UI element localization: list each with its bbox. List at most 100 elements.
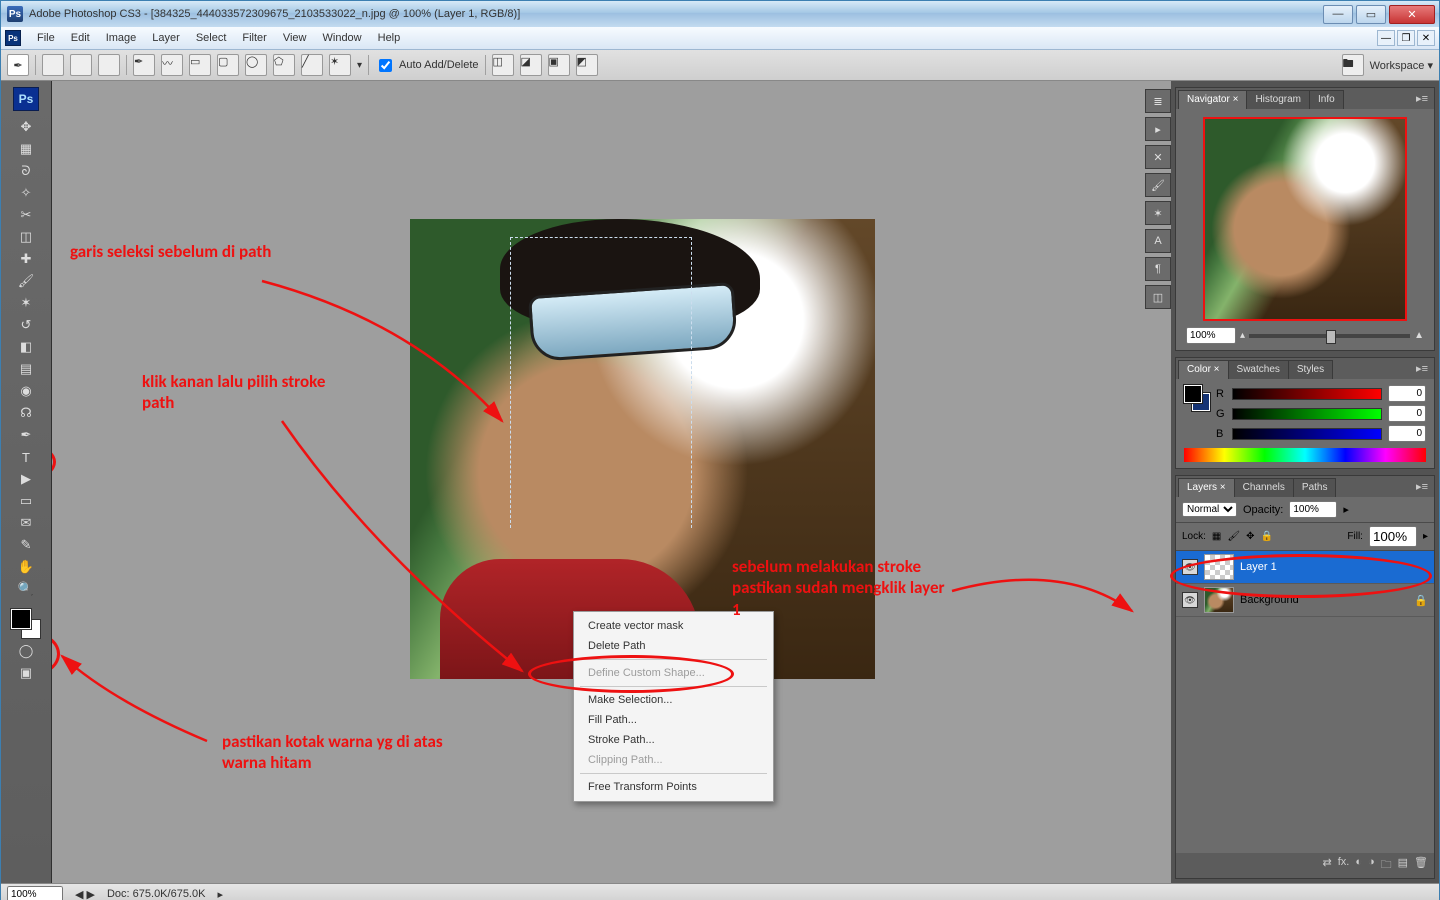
layer-fx-icon[interactable]: fx. [1338,856,1350,875]
custom-shape-icon[interactable]: ✶ [329,54,351,76]
lock-transparency-icon[interactable]: ▦ [1212,531,1221,542]
slider-r[interactable] [1232,388,1382,400]
navigator-zoom-slider[interactable] [1249,334,1410,338]
strip-history-icon[interactable]: ≣ [1145,89,1171,113]
doc-close-button[interactable]: ✕ [1417,30,1435,46]
mini-foreground-swatch[interactable] [1184,385,1202,403]
fill-mode-button[interactable] [98,54,120,76]
gradient-tool[interactable]: ▤ [14,359,38,379]
marquee-tool[interactable]: ▦ [14,139,38,159]
panel-menu-icon[interactable]: ▸≡ [1412,90,1432,109]
cm-create-vector-mask[interactable]: Create vector mask [576,616,771,636]
workspace-dropdown[interactable]: Workspace ▾ [1370,59,1433,72]
polygon-shape-icon[interactable]: ⬠ [273,54,295,76]
input-r[interactable] [1388,385,1426,402]
navigator-thumbnail[interactable] [1203,117,1407,321]
opacity-input[interactable] [1289,501,1337,518]
menu-filter[interactable]: Filter [234,30,274,46]
navigator-zoom-input[interactable] [1186,327,1236,344]
path-mode-button[interactable] [42,54,64,76]
tab-info[interactable]: Info [1309,90,1344,109]
ellipse-shape-icon[interactable]: ◯ [245,54,267,76]
menu-file[interactable]: File [29,30,63,46]
link-layers-icon[interactable]: ⇄ [1322,856,1331,875]
layer-row-layer1[interactable]: 👁 Layer 1 [1176,551,1434,584]
cm-delete-path[interactable]: Delete Path [576,636,771,656]
auto-add-delete-checkbox[interactable]: Auto Add/Delete [375,56,479,75]
tab-swatches[interactable]: Swatches [1228,360,1289,379]
clone-stamp-tool[interactable]: ✶ [14,293,38,313]
move-tool[interactable]: ✥ [14,117,38,137]
layer-name[interactable]: Background [1240,594,1299,606]
menu-select[interactable]: Select [188,30,235,46]
close-button[interactable]: ✕ [1389,5,1435,24]
history-brush-tool[interactable]: ↺ [14,315,38,335]
strip-paragraph-icon[interactable]: ¶ [1145,257,1171,281]
layers-panel-menu-icon[interactable]: ▸≡ [1412,478,1432,497]
color-mini-swatch[interactable] [1184,385,1210,411]
dodge-tool[interactable]: ☊ [14,403,38,423]
input-g[interactable] [1388,405,1426,422]
layer-mask-icon[interactable]: ◐ [1355,856,1362,875]
line-shape-icon[interactable]: ╱ [301,54,323,76]
layer-row-background[interactable]: 👁 Background 🔒 [1176,584,1434,617]
magic-wand-tool[interactable]: ✧ [14,183,38,203]
menu-view[interactable]: View [275,30,315,46]
crop-tool[interactable]: ✂ [14,205,38,225]
delete-layer-icon[interactable]: 🗑 [1414,856,1428,875]
adjustment-layer-icon[interactable]: ◑ [1368,856,1375,875]
strip-brushes-icon[interactable]: 🖌 [1145,173,1171,197]
pen-shape-icon[interactable]: ✒ [133,54,155,76]
path-op-add-icon[interactable]: ◫ [492,54,514,76]
shape-mode-button[interactable] [70,54,92,76]
visibility-toggle-icon[interactable]: 👁 [1182,559,1198,575]
healing-brush-tool[interactable]: ✚ [14,249,38,269]
zoom-out-icon[interactable]: ▴ [1240,330,1245,341]
eraser-tool[interactable]: ◧ [14,337,38,357]
color-swatches[interactable] [11,609,41,639]
pen-tool[interactable]: ✒ [14,425,38,445]
path-op-exclude-icon[interactable]: ◩ [576,54,598,76]
blur-tool[interactable]: ◉ [14,381,38,401]
zoom-in-icon[interactable]: ▲ [1414,330,1424,341]
slice-tool[interactable]: ◫ [14,227,38,247]
freeform-pen-icon[interactable]: 〰 [161,54,183,76]
brush-tool[interactable]: 🖌 [14,271,38,291]
foreground-swatch[interactable] [11,609,31,629]
tab-navigator[interactable]: Navigator × [1178,90,1247,109]
cm-stroke-path[interactable]: Stroke Path... [576,730,771,750]
tab-color[interactable]: Color × [1178,360,1229,379]
maximize-button[interactable]: ▭ [1356,5,1386,24]
menu-help[interactable]: Help [370,30,409,46]
input-b[interactable] [1388,425,1426,442]
path-selection-tool[interactable]: ▶ [14,469,38,489]
menu-window[interactable]: Window [315,30,370,46]
cm-free-transform[interactable]: Free Transform Points [576,777,771,797]
path-op-intersect-icon[interactable]: ▣ [548,54,570,76]
strip-clone-icon[interactable]: ✶ [1145,201,1171,225]
slider-b[interactable] [1232,428,1382,440]
tab-paths[interactable]: Paths [1293,478,1337,497]
new-group-icon[interactable]: 🗀 [1381,856,1392,875]
shape-tool[interactable]: ▭ [14,491,38,511]
lock-pixels-icon[interactable]: 🖌 [1227,531,1240,542]
lasso-tool[interactable]: ᘐ [14,161,38,181]
path-op-subtract-icon[interactable]: ◪ [520,54,542,76]
doc-minimize-button[interactable]: — [1377,30,1395,46]
go-to-bridge-icon[interactable]: 🖿 [1342,54,1364,76]
color-panel-menu-icon[interactable]: ▸≡ [1412,360,1432,379]
minimize-button[interactable]: — [1323,5,1353,24]
strip-character-icon[interactable]: A [1145,229,1171,253]
lock-position-icon[interactable]: ✥ [1246,531,1254,542]
quickmask-toggle[interactable]: ◯ [14,641,38,661]
tab-styles[interactable]: Styles [1288,360,1333,379]
visibility-toggle-icon[interactable]: 👁 [1182,592,1198,608]
layer-name[interactable]: Layer 1 [1240,561,1277,573]
status-scroll-icon[interactable]: ◀ ▶ [75,888,95,900]
eyedropper-tool[interactable]: ✎ [14,535,38,555]
tab-layers[interactable]: Layers × [1178,478,1235,497]
menu-layer[interactable]: Layer [144,30,188,46]
strip-actions-icon[interactable]: ▸ [1145,117,1171,141]
cm-fill-path[interactable]: Fill Path... [576,710,771,730]
zoom-tool[interactable]: 🔍 [14,579,38,599]
